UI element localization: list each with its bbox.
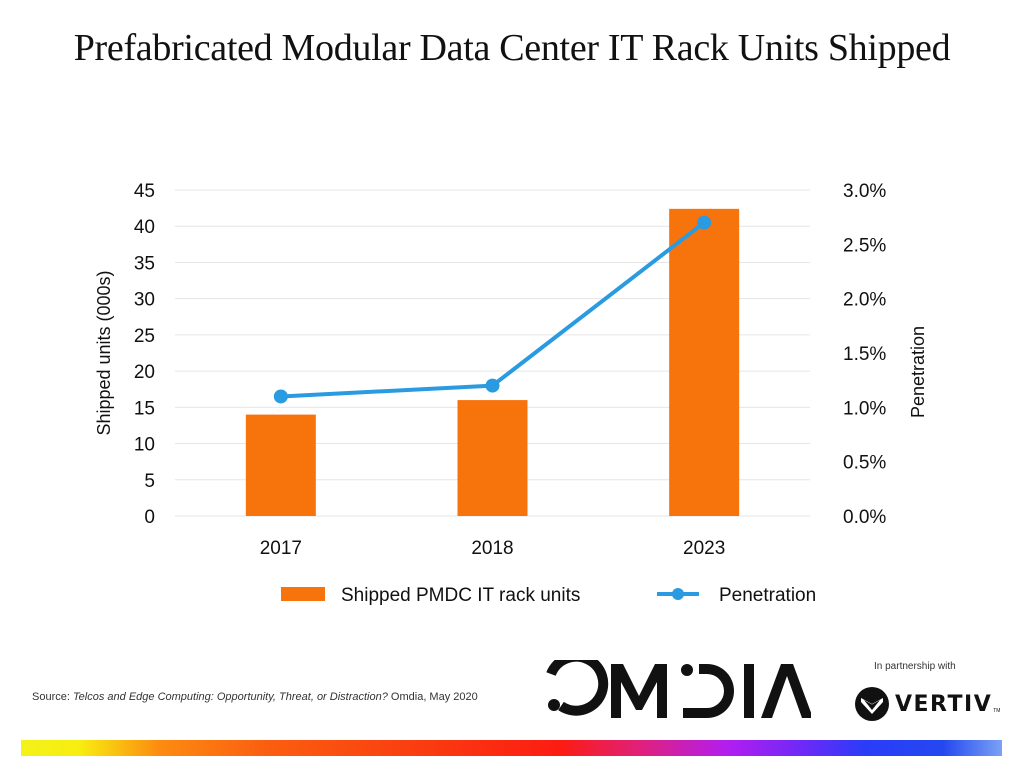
left-tick-label: 45 [134, 181, 155, 202]
vertiv-trademark: TM [993, 708, 1001, 714]
combo-chart: 0 5 10 15 20 25 30 35 40 45 0.0% 0.5% 1.0% 1.5% 2.0% 2… [94, 181, 928, 606]
penetration-point-2018 [485, 378, 500, 393]
vertiv-logo-icon [855, 687, 889, 721]
vertiv-logo: VERTIV TM [855, 687, 1000, 721]
left-tick-label: 30 [134, 290, 155, 311]
penetration-point-2017 [273, 389, 288, 404]
right-axis-label: Penetration [908, 326, 928, 418]
omdia-logo [541, 651, 813, 725]
omdia-logo-icon [546, 651, 813, 718]
penetration-line [280, 221, 706, 399]
legend-swatch-marker [672, 588, 684, 600]
left-axis-label: Shipped units (000s) [94, 270, 114, 435]
right-axis-ticks: 0.0% 0.5% 1.0% 1.5% 2.0% 2.5% 3.0% [843, 181, 886, 528]
bar-2023 [669, 208, 740, 516]
source-title: Telcos and Edge Computing: Opportunity, … [72, 691, 388, 703]
line-series [273, 215, 712, 404]
left-tick-label: 5 [144, 471, 155, 492]
x-tick-label: 2023 [683, 538, 725, 559]
left-axis-ticks: 0 5 10 15 20 25 30 35 40 45 [134, 181, 155, 528]
right-tick-label: 2.5% [843, 235, 886, 256]
source-suffix: Omdia, May 2020 [387, 691, 478, 703]
left-tick-label: 10 [134, 435, 155, 456]
x-tick-label: 2017 [260, 538, 302, 559]
left-tick-label: 0 [144, 507, 155, 528]
partner-label: In partnership with [874, 661, 956, 672]
vertiv-wordmark: VERTIV [895, 691, 993, 717]
right-tick-label: 2.0% [843, 290, 886, 311]
source-prefix: Source: [32, 691, 73, 703]
legend-label-bar: Shipped PMDC IT rack units [341, 585, 580, 606]
left-tick-label: 25 [134, 326, 155, 347]
legend-label-line: Penetration [719, 585, 816, 606]
right-tick-label: 1.0% [843, 398, 886, 419]
brand-gradient-bar [21, 740, 1002, 756]
legend-swatch-bar [281, 587, 325, 601]
right-tick-label: 0.5% [843, 453, 886, 474]
right-tick-label: 0.0% [843, 507, 886, 528]
penetration-point-2023 [697, 215, 712, 230]
left-tick-label: 35 [134, 253, 155, 274]
source-note: Source: Telcos and Edge Computing: Oppor… [32, 691, 478, 703]
left-tick-label: 20 [134, 362, 155, 383]
bar-2017 [245, 414, 316, 516]
x-axis-ticks: 2017 2018 2023 [260, 538, 726, 559]
left-tick-label: 15 [134, 398, 155, 419]
legend: Shipped PMDC IT rack units Penetration [281, 585, 816, 606]
bar-2018 [457, 400, 528, 516]
x-tick-label: 2018 [471, 538, 513, 559]
right-tick-label: 1.5% [843, 344, 886, 365]
right-tick-label: 3.0% [843, 181, 886, 202]
left-tick-label: 40 [134, 217, 155, 238]
